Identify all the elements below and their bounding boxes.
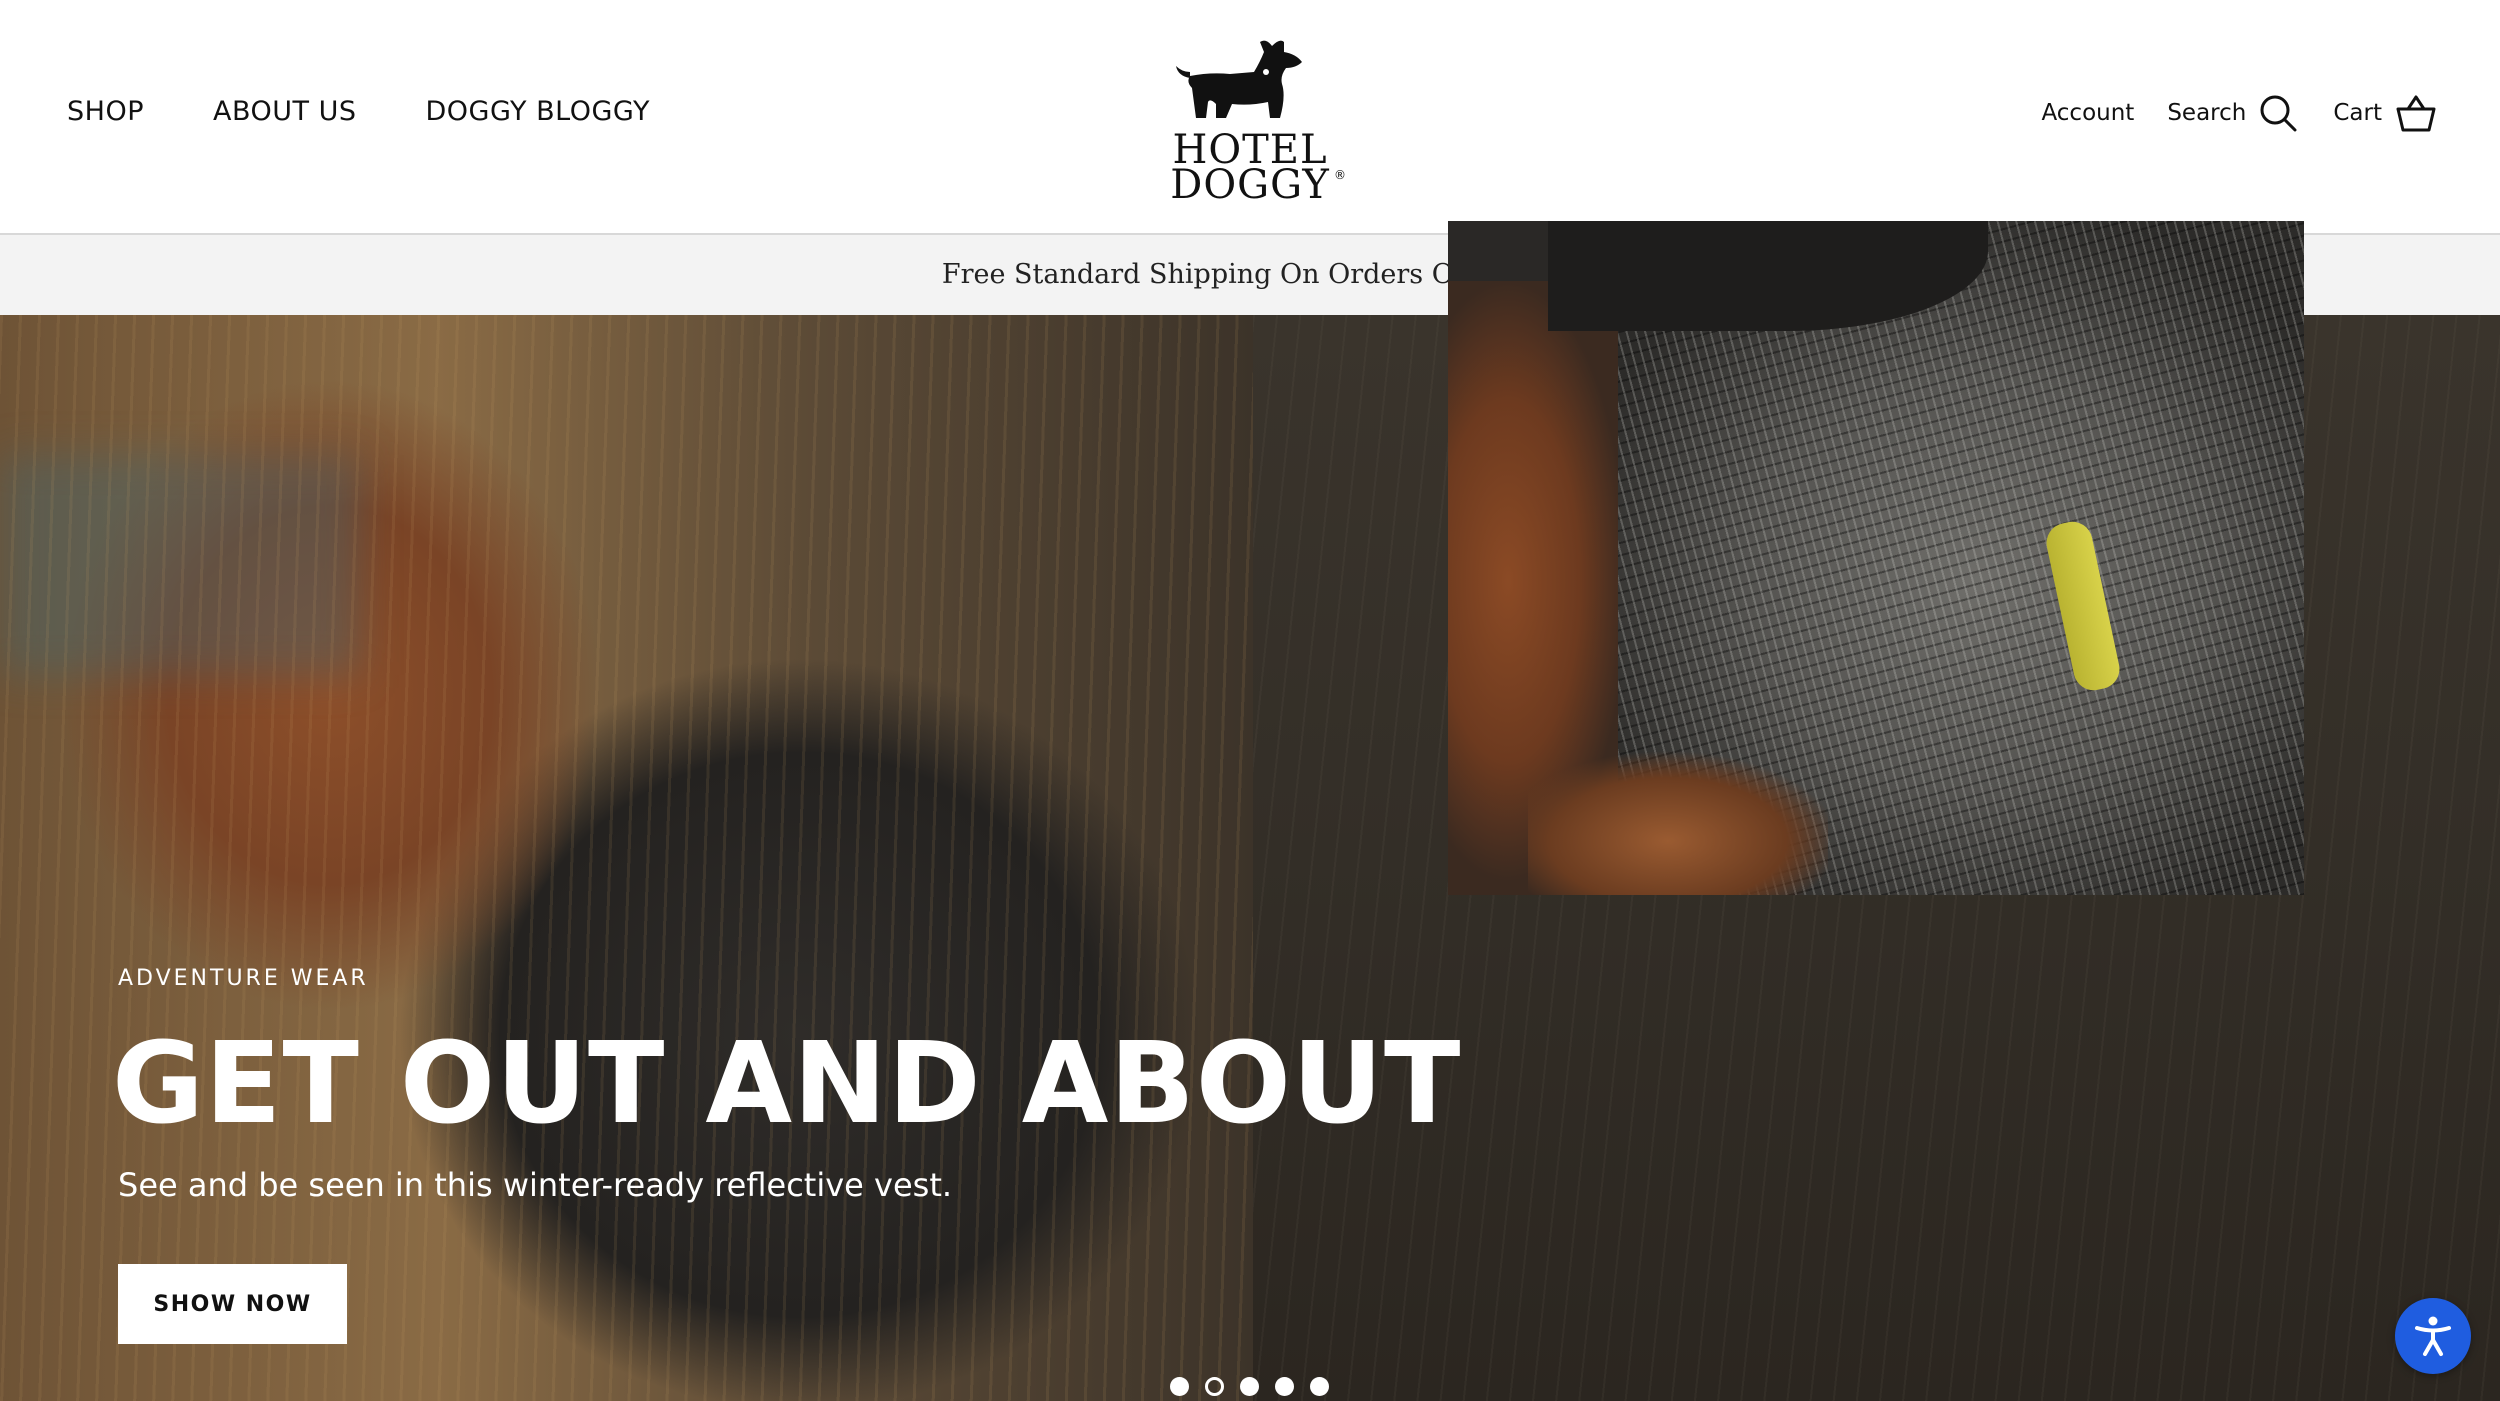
search-icon <box>2260 95 2297 132</box>
site-header: SHOP ABOUT US DOGGY BLOGGY HOTEL DOGGY ®… <box>0 0 2500 235</box>
account-link[interactable]: Account <box>2041 100 2134 126</box>
account-label: Account <box>2041 100 2135 126</box>
accessibility-button[interactable] <box>2395 1298 2471 1374</box>
search-button[interactable]: Search <box>2167 93 2298 133</box>
hero-reeds-texture <box>0 315 1253 1401</box>
inset-fur-bottom <box>1528 741 1828 895</box>
shop-now-button[interactable]: SHOW NOW <box>118 1264 347 1344</box>
hero-inset-vest-photo <box>1448 221 2304 895</box>
cart-label: Cart <box>2333 100 2382 126</box>
nav-doggy-bloggy[interactable]: DOGGY BLOGGY <box>426 96 650 127</box>
slide-dot-2-active[interactable] <box>1205 1377 1224 1396</box>
hero-subtitle: See and be seen in this winter-ready ref… <box>118 1166 953 1204</box>
hero-image-dog <box>0 315 1253 1401</box>
logo-text-doggy: DOGGY <box>1170 162 1330 208</box>
utility-nav: Account Search Cart <box>2041 88 2438 138</box>
hero-kicker: ADVENTURE WEAR <box>118 966 369 991</box>
slideshow-dots <box>1170 1377 1329 1396</box>
cart-basket-icon <box>2396 95 2436 132</box>
dog-silhouette-icon <box>1176 40 1302 118</box>
slide-dot-5[interactable] <box>1310 1377 1329 1396</box>
nav-about-us[interactable]: ABOUT US <box>213 96 357 127</box>
slide-dot-3[interactable] <box>1240 1377 1259 1396</box>
slide-dot-4[interactable] <box>1275 1377 1294 1396</box>
nav-shop[interactable]: SHOP <box>67 96 144 127</box>
slide-dot-1[interactable] <box>1170 1377 1189 1396</box>
main-nav: SHOP ABOUT US DOGGY BLOGGY <box>67 96 650 127</box>
hero-title: GET OUT AND ABOUT <box>112 1019 1462 1149</box>
search-label: Search <box>2167 100 2247 126</box>
accessibility-icon <box>2415 1316 2451 1356</box>
registered-mark: ® <box>1334 168 1346 182</box>
logo[interactable]: HOTEL DOGGY ® <box>1150 32 1350 208</box>
cart-button[interactable]: Cart <box>2333 93 2438 133</box>
